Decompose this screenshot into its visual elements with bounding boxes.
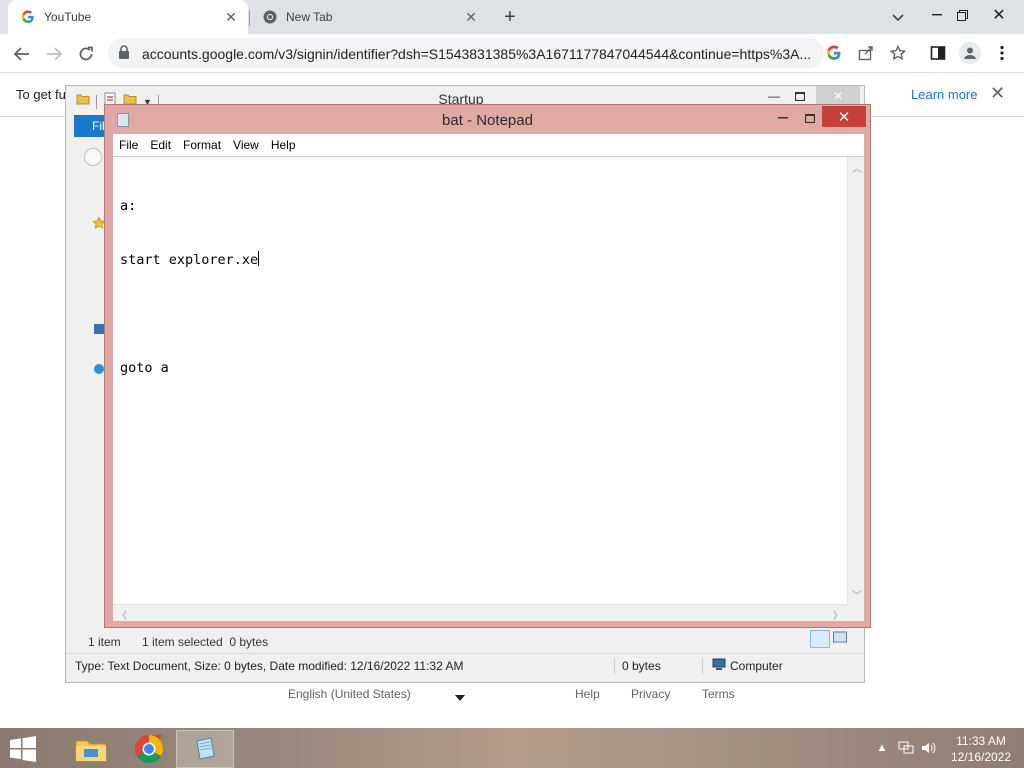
google-g-icon: [20, 9, 36, 25]
language-selector[interactable]: English (United States): [288, 687, 411, 701]
explorer-maximize-icon[interactable]: [789, 86, 811, 106]
volume-icon[interactable]: [921, 740, 937, 756]
show-hidden-icons-icon[interactable]: ▲: [874, 740, 890, 756]
bookmark-star-icon[interactable]: [888, 43, 908, 63]
chevron-down-icon[interactable]: [888, 8, 908, 28]
notepad-icon[interactable]: [176, 730, 234, 768]
profile-avatar-icon[interactable]: [959, 42, 981, 64]
explorer-details-bar: Type: Text Document, Size: 0 bytes, Date…: [66, 653, 864, 677]
privacy-link[interactable]: Privacy: [631, 687, 670, 701]
status-selection: 1 item selected 0 bytes: [142, 635, 269, 649]
new-tab-button[interactable]: +: [498, 5, 522, 29]
notepad-titlebar[interactable]: bat - Notepad ✕: [105, 105, 870, 133]
status-item-count: 1 item: [88, 635, 121, 649]
forward-arrow-icon[interactable]: [40, 40, 68, 68]
scrollbar-corner: [847, 604, 864, 621]
explorer-status-bar: 1 item 1 item selected 0 bytes: [74, 632, 858, 652]
explorer-close-icon[interactable]: ✕: [816, 86, 860, 106]
scroll-left-arrow-icon[interactable]: 〈: [117, 607, 127, 622]
notepad-text-area[interactable]: a: start explorer.xe goto a ︿ ﹀ 〈 〉: [113, 156, 864, 622]
scroll-up-arrow-icon[interactable]: ︿: [852, 160, 862, 175]
details-divider: [614, 658, 615, 674]
restore-icon[interactable]: [945, 0, 979, 30]
infobar-message: To get fu: [16, 87, 66, 102]
terms-link[interactable]: Terms: [702, 687, 735, 701]
notepad-content: a: start explorer.xe goto a: [120, 161, 840, 413]
clock-date: 12/16/2022: [950, 750, 1012, 764]
vertical-scrollbar[interactable]: ︿ ﹀: [847, 157, 864, 605]
large-icons-view-icon[interactable]: [832, 630, 852, 648]
close-icon[interactable]: ✕: [822, 106, 866, 127]
tab-new-tab[interactable]: New Tab ✕: [250, 0, 488, 34]
chrome-icon[interactable]: [120, 730, 178, 768]
clock-time: 11:33 AM: [956, 734, 1006, 748]
file-size: 0 bytes: [622, 659, 661, 673]
browser-toolbar: accounts.google.com/v3/signin/identifier…: [0, 34, 1024, 72]
text-line: a:: [120, 198, 137, 214]
close-icon[interactable]: ✕: [982, 0, 1016, 30]
menu-help[interactable]: Help: [265, 138, 302, 152]
browser-tabstrip: YouTube ✕ New Tab ✕ + ✕: [0, 0, 1024, 34]
windows-start-icon[interactable]: [8, 736, 40, 762]
details-view-icon[interactable]: [810, 630, 830, 648]
side-panel-icon[interactable]: [928, 43, 948, 63]
tab-title: New Tab: [286, 10, 333, 24]
network-nav-icon[interactable]: [94, 364, 104, 374]
text-caret: [258, 251, 260, 266]
more-menu-icon[interactable]: [992, 43, 1012, 63]
file-details: Type: Text Document, Size: 0 bytes, Date…: [75, 659, 464, 673]
google-translate-icon[interactable]: [824, 43, 844, 63]
notepad-title: bat - Notepad: [442, 112, 533, 129]
share-icon[interactable]: [856, 43, 876, 63]
taskbar: ▲: [0, 728, 1024, 768]
chrome-icon: [262, 9, 278, 25]
notepad-window: bat - Notepad ✕ File Edit Format View He…: [104, 104, 871, 628]
menu-format[interactable]: Format: [177, 138, 227, 152]
scroll-down-arrow-icon[interactable]: ﹀: [852, 587, 862, 602]
address-bar[interactable]: accounts.google.com/v3/signin/identifier…: [108, 38, 824, 68]
explorer-back-icon[interactable]: [84, 148, 102, 166]
taskbar-clock[interactable]: 11:33 AM 12/16/2022: [946, 733, 1016, 765]
minimize-icon[interactable]: [770, 108, 796, 128]
text-line-with-caret: start explorer.xe: [120, 251, 840, 269]
computer-nav-icon[interactable]: [94, 324, 104, 334]
learn-more-link[interactable]: Learn more: [911, 87, 977, 102]
file-explorer-icon[interactable]: [62, 730, 120, 768]
infobar-close-icon[interactable]: ✕: [990, 83, 1005, 104]
back-arrow-icon[interactable]: [8, 40, 36, 68]
language-label: English (United States): [288, 687, 411, 701]
help-link[interactable]: Help: [575, 687, 600, 701]
details-divider: [702, 658, 703, 674]
language-dropdown-arrow-icon[interactable]: [455, 690, 465, 704]
location-label: Computer: [730, 659, 783, 673]
network-icon[interactable]: [898, 740, 914, 756]
text-line: [120, 305, 840, 323]
notepad-menubar: File Edit Format View Help: [113, 134, 864, 156]
tab-title: YouTube: [44, 10, 92, 24]
url-text: accounts.google.com/v3/signin/identifier…: [142, 46, 812, 62]
explorer-minimize-icon[interactable]: —: [764, 86, 784, 106]
maximize-icon[interactable]: [797, 108, 823, 128]
tab-youtube[interactable]: YouTube ✕: [8, 0, 248, 34]
lock-icon[interactable]: [118, 45, 130, 65]
scroll-right-arrow-icon[interactable]: 〉: [833, 607, 843, 622]
reload-icon[interactable]: [72, 40, 100, 68]
menu-file[interactable]: File: [113, 138, 144, 152]
computer-icon: [712, 658, 726, 674]
menu-view[interactable]: View: [227, 138, 265, 152]
menu-edit[interactable]: Edit: [144, 138, 177, 152]
text-line: start explorer.xe: [120, 252, 259, 268]
horizontal-scrollbar[interactable]: 〈 〉: [113, 604, 847, 622]
text-line: goto a: [120, 360, 169, 376]
close-tab-icon[interactable]: ✕: [462, 8, 480, 26]
close-tab-icon[interactable]: ✕: [222, 8, 240, 26]
